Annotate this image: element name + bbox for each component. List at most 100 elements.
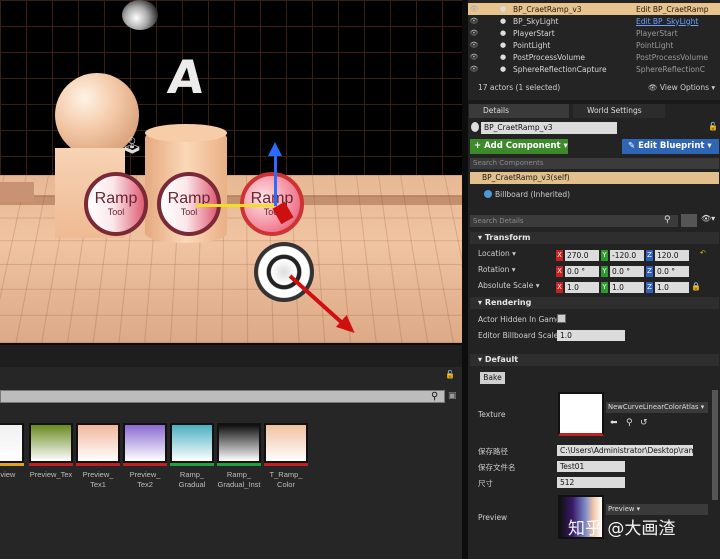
billboard-scale-input[interactable]: 1.0 [557,330,625,341]
outliner-row[interactable]: 👁 ● BP_SkyLight Edit BP_SkyLight [468,15,720,27]
scale-x-field[interactable]: X 1.0 [556,282,600,293]
visibility-eye-icon[interactable]: 👁 [468,41,480,49]
reset-to-default-icon[interactable]: ↶ [700,249,706,257]
save-search-icon[interactable]: ▣ [448,391,457,401]
browse-search-icon[interactable]: ⚲ [626,418,633,428]
volume-icon: ● [500,53,507,61]
visibility-eye-icon[interactable]: 👁 [468,29,480,37]
component-billboard-row[interactable]: Billboard (Inherited) [495,190,570,199]
visibility-eye-icon[interactable]: 👁 [468,65,480,73]
axis-x-marker: X [556,266,563,277]
outliner-row[interactable]: 👁 ● BP_CraetRamp_v3 Edit BP_CraetRamp [468,3,720,15]
use-selected-arrow-icon[interactable]: ⬅ [610,418,618,428]
reflection-sphere[interactable] [122,0,158,30]
scale-y-field[interactable]: Y 1.0 [601,282,645,293]
asset-label: Preview_ Tex2 [129,470,161,489]
asset-tile[interactable]: T_Ramp_ Color [264,423,308,490]
texture-label: Texture [478,410,506,419]
search-icon[interactable]: ⚲ [431,391,438,402]
actor-type[interactable]: Edit BP_CraetRamp [636,5,710,14]
asset-tile[interactable]: Preview_ Tex2 [123,423,167,490]
location-y-field[interactable]: Y -120.0 [601,250,645,261]
actor-type[interactable]: Edit BP_SkyLight [636,17,710,26]
level-viewport[interactable]: A 🕹 Ramp Tool Ramp Tool Ramp Tool [0,0,462,343]
asset-search-input[interactable] [0,390,445,403]
search-details-input[interactable]: Search Details [470,215,678,227]
location-z-field[interactable]: Z 120.0 [646,250,690,261]
vector-value[interactable]: 270.0 [565,250,599,261]
default-header: Default [484,355,519,364]
search-icon[interactable]: ⚲ [664,215,671,225]
actor-name-input[interactable]: BP_CraetRamp_v3 [481,122,617,134]
property-matrix-button[interactable] [681,214,697,227]
visibility-eye-icon[interactable]: 👁 [468,5,480,13]
vector-value[interactable]: -120.0 [610,250,644,261]
vector-value[interactable]: 0.0 ° [565,266,599,277]
visibility-eye-icon[interactable]: 👁 [468,53,480,61]
rotation-x-field[interactable]: X 0.0 ° [556,266,600,277]
outliner-row[interactable]: 👁 ● PostProcessVolume PostProcessVolume [468,51,720,63]
sphere-icon: ● [500,65,507,73]
texture-thumbnail[interactable] [558,392,604,436]
vector-value[interactable]: 1.0 [610,282,644,293]
rotation-y-field[interactable]: Y 0.0 ° [601,266,645,277]
rotation-z-field[interactable]: Z 0.0 ° [646,266,690,277]
player-start-icon[interactable]: 🕹 [122,136,144,158]
add-component-button[interactable]: + Add Component ▾ [470,139,568,154]
transform-section-header[interactable]: ▾ Transform [470,232,719,244]
default-section-header[interactable]: ▾ Default [470,354,719,366]
billboard-scale-label: Editor Billboard Scale [478,331,559,340]
asset-label: T_Ramp_ Color [269,470,303,489]
gizmo-z-arrowhead[interactable] [268,142,282,156]
asset-tile[interactable]: Ramp_ Gradual [170,423,214,490]
texture-asset-dropdown[interactable]: NewCurveLinearColorAtlas ▾ [606,402,708,413]
gizmo-y-axis[interactable] [196,204,276,207]
tab-world-label: World Settings [587,106,642,115]
location-x-field[interactable]: X 270.0 [556,250,600,261]
lock-icon[interactable]: 🔓 [445,370,455,379]
point-light-icon: ● [500,41,507,49]
gizmo-z-axis[interactable] [274,150,277,206]
tab-details[interactable]: Details [469,104,569,118]
scale-label[interactable]: Absolute Scale ▾ [478,281,540,290]
vector-value[interactable]: 120.0 [655,250,689,261]
rendering-section-header[interactable]: ▾ Rendering [470,297,719,309]
letter-a-mesh[interactable]: A [165,50,206,104]
save-path-input[interactable]: C:\Users\Administrator\Desktop\ramp [557,445,693,456]
size-input[interactable]: 512 [557,477,625,488]
actor-hidden-checkbox[interactable] [557,314,566,323]
tab-world-settings[interactable]: World Settings [573,104,665,118]
search-components-input[interactable]: Search Components [470,158,719,169]
asset-tile[interactable]: Preview_ Tex1 [76,423,120,490]
scale-lock-icon[interactable]: 🔒 [691,282,701,291]
visibility-eye-icon[interactable]: 👁 [468,17,480,25]
ramp-tool-billboard[interactable]: Ramp Tool [84,172,148,236]
rotation-label[interactable]: Rotation ▾ [478,265,516,274]
vector-value[interactable]: 1.0 [655,282,689,293]
file-name-input[interactable]: Test01 [557,461,625,472]
vector-value[interactable]: 0.0 ° [610,266,644,277]
lock-icon[interactable]: 🔓 [708,122,718,131]
asset-tile[interactable]: Preview [0,423,24,480]
edit-blueprint-button[interactable]: ✎ Edit Blueprint ▾ [622,139,719,154]
view-options-button[interactable]: 👁 View Options ▾ [648,83,715,92]
outliner-row[interactable]: 👁 ● PointLight PointLight [468,39,720,51]
asset-tile[interactable]: Ramp_ Gradual_Inst [217,423,261,490]
clear-icon[interactable]: ↺ [640,418,648,428]
view-options-label: View Options [659,83,710,92]
transform-header: Transform [484,233,531,242]
cylinder-top [145,124,227,142]
outliner-row[interactable]: 👁 ● SphereReflectionCapture SphereReflectio… [468,63,720,75]
outliner-row[interactable]: 👁 ● PlayerStart PlayerStart [468,27,720,39]
bake-button[interactable]: Bake [480,372,505,384]
component-self-row[interactable]: BP_CraetRamp_v3(self) [470,172,719,184]
location-label[interactable]: Location ▾ [478,249,516,258]
visibility-eye-icon[interactable]: 👁▾ [701,214,715,223]
scale-z-field[interactable]: Z 1.0 [646,282,690,293]
asset-tile[interactable]: Preview_Tex [29,423,73,480]
vector-value[interactable]: 1.0 [565,282,599,293]
vector-value[interactable]: 0.0 ° [655,266,689,277]
asset-thumbnail [123,423,167,463]
actor-hidden-label: Actor Hidden In Game [478,315,561,324]
details-scrollbar[interactable] [712,390,718,500]
